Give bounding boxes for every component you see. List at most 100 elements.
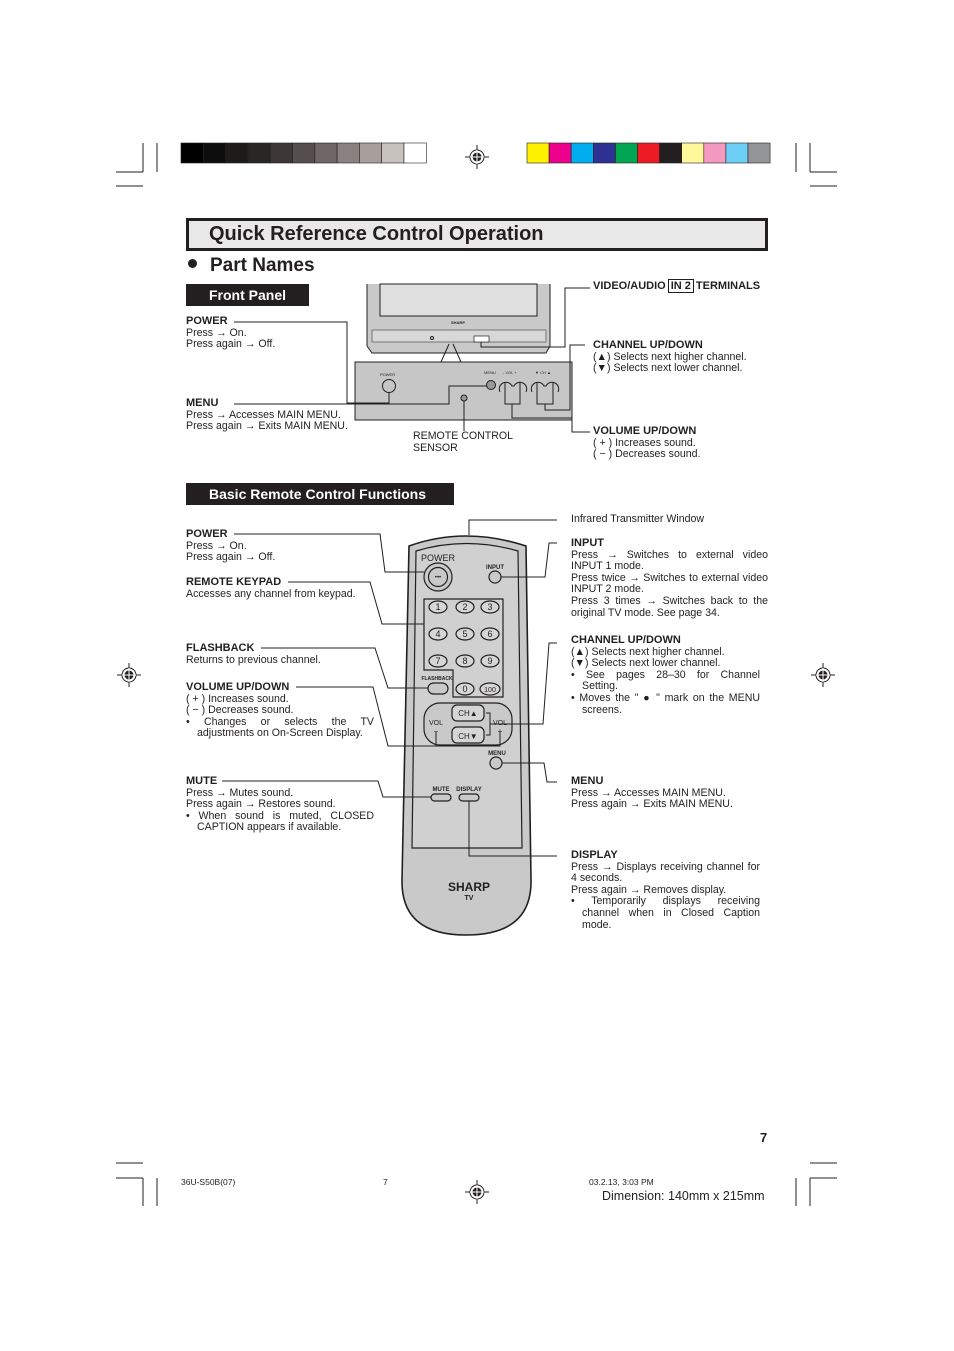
page-artwork: SHARP POWER MENU - VOL + ▼ CH ▲ POWER ••…	[116, 142, 837, 1206]
description-title: DISPLAY	[571, 849, 618, 861]
color-swatch	[381, 142, 405, 164]
color-swatch	[703, 142, 727, 164]
description-title: INPUT	[571, 537, 604, 549]
color-swatch	[548, 142, 572, 164]
description-line: Accesses any channel from keypad.	[186, 587, 356, 600]
footer-dimension: Dimension: 140mm x 215mm	[602, 1189, 765, 1203]
svg-text:SHARP: SHARP	[448, 880, 490, 894]
color-swatch	[314, 142, 338, 164]
process-color-bar	[526, 142, 771, 164]
svg-text:DISPLAY: DISPLAY	[456, 787, 481, 793]
keypad-key-label: 9	[487, 656, 492, 666]
color-swatch	[180, 142, 204, 164]
svg-text:INPUT: INPUT	[486, 565, 504, 571]
remote-keypad-description: REMOTE KEYPAD Accesses any channel from k…	[186, 576, 356, 600]
panel-menu-button	[486, 380, 496, 390]
color-swatch	[592, 142, 616, 164]
description-line: Press again → Off.	[186, 551, 276, 564]
page-number: 7	[760, 1130, 768, 1145]
description-line: Returns to previous channel.	[186, 653, 321, 666]
remote-control-illustration: POWER ••• INPUT 1 2 34 5 67 8 90 100 FLASHBACK …	[401, 535, 532, 936]
svg-text:▼ CH ▲: ▼ CH ▲	[535, 370, 551, 375]
remote-volume-description: VOLUME UP/DOWN( + ) Increases sound.( − …	[186, 681, 374, 740]
keypad-key-label: 0	[462, 684, 467, 694]
description-line: Press 3 times → Switches back to the	[571, 594, 768, 607]
remote-channel-description: CHANNEL UP/DOWN (▲) Selects next higher c…	[571, 634, 760, 716]
description-title: VOLUME UP/DOWN	[593, 425, 697, 437]
color-swatch	[225, 142, 249, 164]
description-line: adjustments on On-Screen Display.	[197, 727, 363, 740]
description-title: MENU	[571, 775, 604, 787]
svg-text:FLASHBACK: FLASHBACK	[421, 676, 452, 682]
description-line: CAPTION appears if available.	[197, 821, 342, 834]
color-swatch	[292, 142, 316, 164]
front-panel-label: Front Panel	[186, 284, 309, 306]
color-swatch	[203, 142, 226, 164]
description-line: Press again → Exits MAIN MENU.	[186, 420, 348, 433]
svg-text:•••: •••	[435, 575, 441, 581]
description-title: REMOTE KEYPAD	[186, 576, 282, 588]
remote-power-description: POWER Press → On. Press again → Off.	[186, 528, 276, 564]
terminals-text: VIDEO/AUDIO	[593, 280, 666, 292]
remote-input-description: INPUT Press → Switches to external video I…	[571, 537, 768, 619]
keypad-key-label: 1	[435, 602, 440, 612]
color-swatch	[526, 142, 550, 164]
description-line: • Moves the " ● " mark on the MENU	[571, 691, 760, 704]
description-line: Press again → Off.	[186, 338, 276, 351]
description-line: mode.	[582, 918, 612, 931]
description-title: CHANNEL UP/DOWN	[571, 634, 681, 646]
keypad-key-label: 7	[435, 656, 440, 666]
keypad-key-label: 5	[462, 629, 467, 639]
color-swatch	[247, 142, 271, 164]
color-swatch	[570, 142, 594, 164]
keypad-key-label: 100	[484, 687, 496, 694]
color-swatch	[747, 142, 771, 164]
color-swatch	[336, 142, 360, 164]
page-title-bar: Quick Reference Control Operation	[186, 218, 768, 251]
svg-text:CH▲: CH▲	[458, 709, 477, 718]
svg-text:MENU: MENU	[484, 370, 496, 375]
description-title: MENU	[186, 397, 219, 409]
svg-text:MUTE: MUTE	[433, 787, 450, 793]
panel-power-button	[382, 379, 396, 393]
color-swatch	[359, 142, 382, 164]
color-swatch	[681, 142, 705, 164]
description-line: screens.	[582, 703, 623, 716]
svg-text:SHARP: SHARP	[451, 320, 465, 325]
description-line: SENSOR	[413, 441, 458, 454]
svg-text:MENU: MENU	[488, 751, 506, 757]
svg-text:- VOL +: - VOL +	[503, 370, 517, 375]
manual-page: SHARP POWER MENU - VOL + ▼ CH ▲ POWER ••…	[0, 0, 954, 1351]
description-title: FLASHBACK	[186, 642, 255, 654]
front-panel-sensor-description: REMOTE CONTROL SENSOR	[413, 430, 514, 454]
front-panel-menu-description: MENU Press → Accesses MAIN MENU. Press aga…	[186, 397, 348, 433]
bullet-icon	[188, 259, 197, 268]
color-swatch	[403, 142, 427, 164]
remote-infrared-description: Infrared Transmitter Window	[571, 513, 704, 526]
description-line: Press again → Exits MAIN MENU.	[571, 798, 733, 811]
description-title: MUTE	[186, 775, 218, 787]
section-title: Part Names	[210, 255, 315, 276]
remote-display-description: DISPLAY Press → Displays receiving channe…	[571, 849, 760, 931]
gray-color-bar	[180, 142, 427, 164]
description-title: CHANNEL UP/DOWN	[593, 339, 703, 351]
color-swatch	[659, 142, 682, 164]
remote-functions-label: Basic Remote Control Functions	[186, 483, 454, 505]
svg-text:VOL: VOL	[429, 720, 443, 727]
svg-text:TV: TV	[465, 895, 474, 902]
svg-text:POWER: POWER	[380, 372, 395, 377]
description-line: original TV mode. See page 34.	[571, 606, 720, 619]
keypad-key-label: 4	[435, 629, 440, 639]
remote-flashback-description: FLASHBACK Returns to previous channel.	[186, 642, 321, 666]
tv-illustration: SHARP POWER MENU - VOL + ▼ CH ▲	[354, 283, 573, 421]
remote-mute-description: MUTE Press → Mutes sound. Press again → Re…	[186, 775, 374, 834]
front-panel-channel-description: CHANNEL UP/DOWN (▲) Selects next higher c…	[593, 339, 747, 375]
svg-text:CH▼: CH▼	[458, 732, 477, 741]
keypad-key-label: 8	[462, 656, 467, 666]
color-swatch	[725, 142, 749, 164]
front-panel-power-description: POWER Press → On. Press again → Off.	[186, 315, 276, 351]
color-swatch	[269, 142, 293, 164]
footer-date: 03.2.13, 3:03 PM	[589, 1177, 654, 1187]
description-line: REMOTE CONTROL	[413, 430, 514, 442]
footer-code: 36U-S50B(07)	[181, 1177, 236, 1187]
